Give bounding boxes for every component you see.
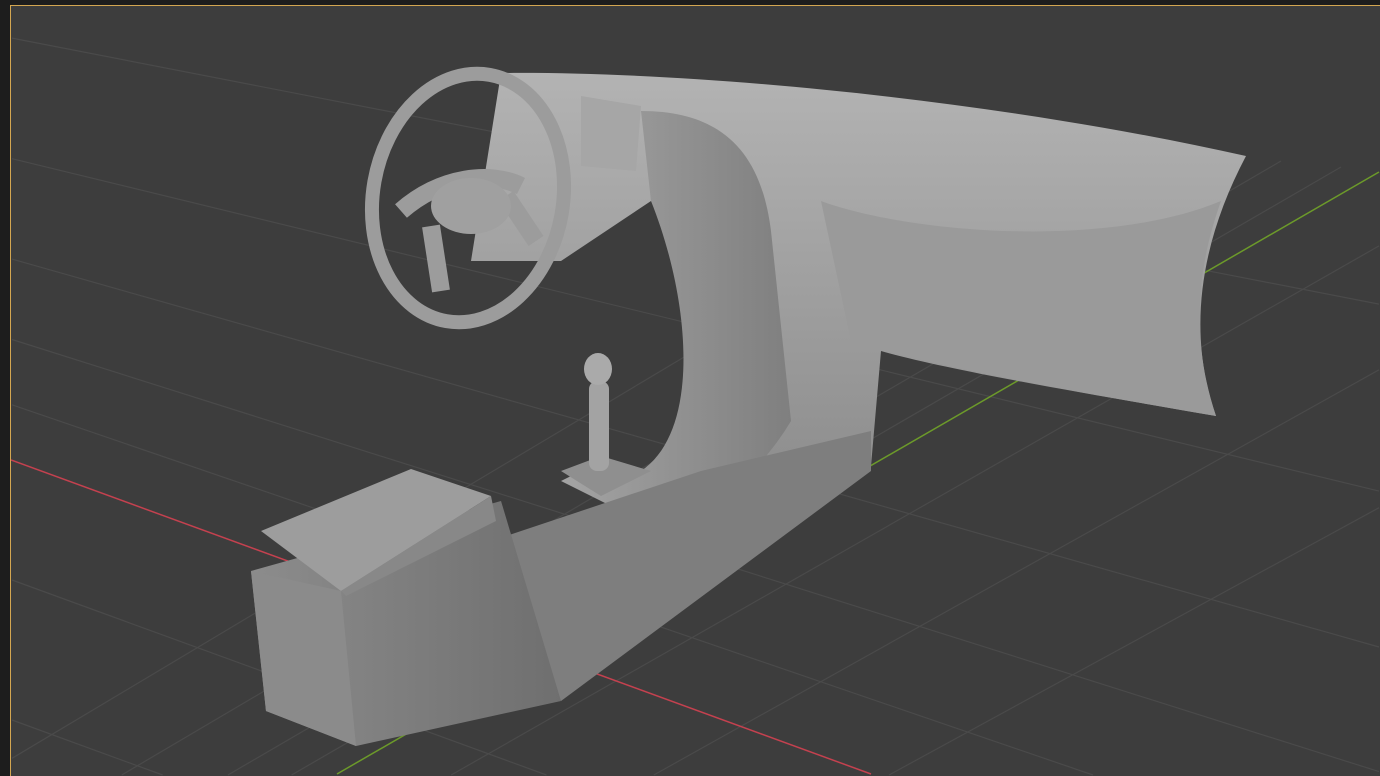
gear-lever[interactable] bbox=[561, 353, 651, 496]
armrest[interactable] bbox=[251, 469, 561, 746]
grid-line bbox=[11, 719, 163, 776]
instrument-hood bbox=[581, 96, 641, 171]
3d-viewport[interactable] bbox=[10, 5, 1380, 776]
grid-line bbox=[888, 507, 1380, 776]
viewport-canvas[interactable] bbox=[11, 6, 1380, 776]
